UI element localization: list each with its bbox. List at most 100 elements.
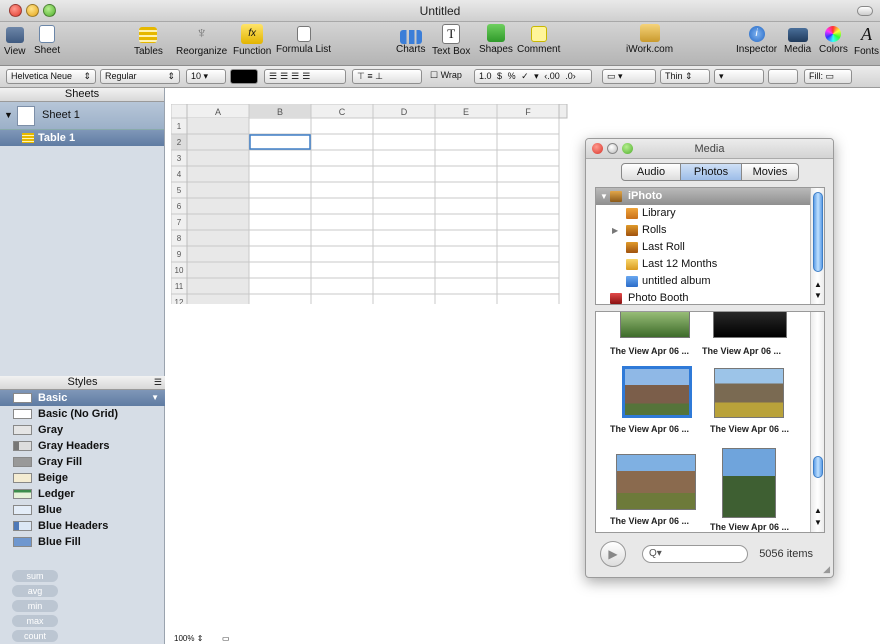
photo-thumbnail[interactable] [713,312,787,338]
scroll-thumb[interactable] [813,192,823,272]
text-box-button[interactable]: T Text Box [432,24,470,57]
border-select[interactable]: ▭ ▾ [602,69,656,84]
disclosure-triangle-icon[interactable]: ▶ [612,222,618,239]
inspector-button[interactable]: i Inspector [736,24,777,55]
shapes-button[interactable]: Shapes [479,24,513,55]
styles-menu-icon[interactable]: ☰ [154,376,162,389]
formula-list-button[interactable]: Formula List [276,24,331,55]
style-item-blue[interactable]: Blue [0,502,165,518]
sidebar-item-sheet[interactable]: ▼ Sheet 1 [0,102,164,130]
style-item-blue-headers[interactable]: Blue Headers [0,518,165,534]
vertical-alignment-buttons[interactable]: ⊤ ≡ ⊥ [352,69,422,84]
media-search-field[interactable]: Q▾ [642,545,748,563]
function-button[interactable]: fx Function [233,24,271,57]
add-column-handle [558,103,568,119]
zoom-select[interactable]: 100% ⇕ [174,634,203,643]
style-label: Blue Headers [38,520,109,532]
source-library[interactable]: Library [596,205,824,222]
wrap-checkbox[interactable]: ☐ Wrap [426,69,470,84]
source-last-roll[interactable]: Last Roll [596,239,824,256]
max-button[interactable]: max [12,615,58,627]
fonts-button[interactable]: A Fonts [854,24,879,57]
sum-button[interactable]: sum [12,570,58,582]
photo-thumbnail-selected[interactable] [622,366,692,418]
scroll-thumb[interactable] [813,456,823,478]
photo-thumbnail[interactable] [620,312,690,338]
sheets-header: Sheets [0,88,164,102]
photo-caption: The View Apr 06 ... [702,346,782,356]
tab-photos[interactable]: Photos [680,163,742,181]
chevron-down-icon[interactable]: ▼ [151,390,159,406]
disclosure-triangle-icon[interactable]: ▼ [4,110,13,120]
scroll-down-icon[interactable]: ▼ [814,291,822,300]
item-count: 5056 items [759,548,813,560]
play-button[interactable]: ▶ [600,541,626,567]
style-item-beige[interactable]: Beige [0,470,165,486]
toolbar: View Sheet Tables ♆ Reorganize fx Functi… [0,22,880,66]
scroll-up-icon[interactable]: ▲ [814,280,822,289]
zoom-button[interactable] [622,143,633,154]
resize-grip-icon[interactable]: ◢ [823,564,830,575]
charts-button[interactable]: Charts [396,24,425,55]
avg-button[interactable]: avg [12,585,58,597]
view-button[interactable]: View [4,24,26,57]
fonts-icon: A [861,24,872,44]
tables-button[interactable]: Tables [134,24,163,57]
shapes-label: Shapes [479,44,513,55]
close-button[interactable] [592,143,603,154]
min-button[interactable]: min [12,600,58,612]
photo-thumbnail[interactable] [616,454,696,510]
number-format-buttons[interactable]: 1.0 $ % ✓ ▾ ‹.00 .0› [474,69,592,84]
style-item-basic[interactable]: Basic ▼ [0,390,165,406]
style-item-gray-fill[interactable]: Gray Fill [0,454,165,470]
line-style-select[interactable]: Thin ⇕ [660,69,710,84]
alignment-buttons[interactable]: ☰☰☰☰ [264,69,346,84]
tab-audio[interactable]: Audio [621,163,681,181]
fill-control[interactable]: Fill: ▭ [804,69,852,84]
sidebar-item-table[interactable]: Table 1 [0,130,164,146]
line-color-well[interactable] [768,69,798,84]
photo-thumbnail[interactable] [722,448,776,518]
minimize-button[interactable] [607,143,618,154]
source-photo-booth[interactable]: Photo Booth [596,290,824,304]
page-view-icon[interactable]: ▭ [222,634,230,643]
source-rolls[interactable]: ▶ Rolls [596,222,824,239]
sheet-button[interactable]: Sheet [34,24,60,56]
source-untitled-album[interactable]: untitled album [596,273,824,290]
font-style-select[interactable]: Regular ⇕ [100,69,180,84]
text-box-icon: T [442,24,461,44]
font-size-field[interactable]: 10 ▾ [186,69,226,84]
style-item-ledger[interactable]: Ledger [0,486,165,502]
style-label: Gray Fill [38,456,83,468]
tab-movies[interactable]: Movies [741,163,799,181]
disclosure-triangle-icon[interactable]: ▼ [600,188,608,205]
scroll-up-icon[interactable]: ▲ [814,506,822,515]
comment-button[interactable]: Comment [517,24,560,55]
photo-thumbnail[interactable] [714,368,784,418]
iwork-button[interactable]: iWork.com [626,24,673,55]
source-last-12-months[interactable]: Last 12 Months [596,256,824,273]
colors-button[interactable]: Colors [819,24,848,55]
style-item-blue-fill[interactable]: Blue Fill [0,534,165,550]
source-iphoto[interactable]: ▼ iPhoto [596,188,824,205]
text-color-well[interactable] [230,69,258,84]
style-item-basic-no-grid[interactable]: Basic (No Grid) [0,406,165,422]
style-item-gray[interactable]: Gray [0,422,165,438]
table-name: Table 1 [38,132,76,144]
toolbar-toggle-button[interactable] [857,6,873,16]
reorganize-button[interactable]: ♆ Reorganize [176,24,227,57]
scroll-down-icon[interactable]: ▼ [814,518,822,527]
font-family-select[interactable]: Helvetica Neue ⇕ [6,69,96,84]
column-header-c: C [339,107,346,117]
count-button[interactable]: count [12,630,58,642]
style-swatch [13,473,32,483]
style-item-gray-headers[interactable]: Gray Headers [0,438,165,454]
source-scrollbar[interactable]: ▲ ▼ [810,188,824,304]
style-swatch [13,441,32,451]
media-button[interactable]: Media [784,24,811,55]
line-width-select[interactable]: ▾ [714,69,764,84]
photo-scrollbar[interactable]: ▲ ▼ [810,312,824,532]
inspector-label: Inspector [736,44,778,55]
table-grid[interactable]: ABCDEF1234567891011121314 [170,103,571,355]
sidebar: Sheets ▼ Sheet 1 Table 1 Styles ☰ Basic ▼ … [0,88,165,644]
